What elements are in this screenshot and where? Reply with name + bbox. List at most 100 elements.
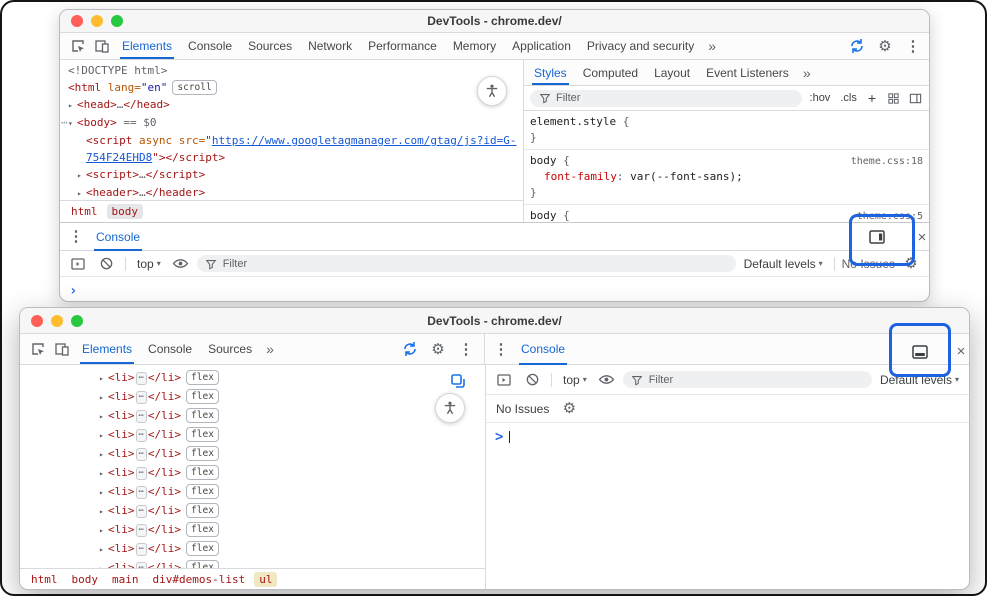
tab-event-listeners[interactable]: Event Listeners: [698, 60, 797, 85]
sync-icon[interactable]: [398, 337, 422, 361]
dom-tree-line[interactable]: ▸<li>⋯</li>flex: [98, 540, 479, 559]
settings-gear-icon[interactable]: ⚙: [873, 34, 897, 58]
expand-arrow-icon[interactable]: ▸: [99, 560, 108, 568]
breadcrumb-div-demos-list[interactable]: div#demos-list: [148, 572, 251, 587]
issues-counter[interactable]: No Issues: [842, 257, 895, 271]
grid-overlay-icon[interactable]: [885, 86, 901, 110]
dom-tree-line[interactable]: ⋯▾<body> == $0: [60, 114, 517, 132]
dom-tree-line[interactable]: ▸<li>⋯</li>flex: [98, 521, 479, 540]
dom-tree-line[interactable]: ▸<li>⋯</li>flex: [98, 369, 479, 388]
expand-arrow-icon[interactable]: ▸: [99, 541, 108, 559]
console-prompt[interactable]: >: [486, 423, 969, 445]
badge-flex[interactable]: flex: [186, 370, 219, 385]
tab-computed[interactable]: Computed: [575, 60, 646, 85]
dom-tree-line[interactable]: <html lang="en"scroll: [60, 79, 517, 96]
style-rule-body-2[interactable]: theme.css:5 body {: [524, 205, 929, 222]
stylesheet-link[interactable]: theme.css:5: [857, 209, 923, 222]
badge-flex[interactable]: flex: [186, 503, 219, 518]
dom-tree-line[interactable]: <script async src="https://www.googletag…: [60, 132, 517, 166]
dom-tree-line[interactable]: ▸<li>⋯</li>flex: [98, 388, 479, 407]
dom-tree-line[interactable]: <!DOCTYPE html>: [60, 62, 517, 79]
style-rule-body[interactable]: theme.css:18 body { font-family: var(--f…: [524, 150, 929, 205]
sync-icon[interactable]: [845, 34, 869, 58]
expand-arrow-icon[interactable]: ▸: [99, 389, 108, 407]
dom-tree[interactable]: ▸<li>⋯</li>flex▸<li>⋯</li>flex▸<li>⋯</li…: [20, 365, 485, 568]
javascript-context-dropdown[interactable]: top▾: [559, 373, 591, 387]
badge-flex[interactable]: flex: [186, 522, 219, 537]
tab-elements[interactable]: Elements: [74, 334, 140, 364]
console-settings-gear-icon[interactable]: ⚙: [899, 252, 923, 276]
breadcrumb-main[interactable]: main: [107, 572, 144, 587]
tab-application[interactable]: Application: [504, 33, 579, 59]
more-tabs-icon[interactable]: »: [260, 341, 280, 357]
dom-tree-line[interactable]: ▸<li>⋯</li>flex: [98, 407, 479, 426]
clear-console-icon[interactable]: [94, 252, 118, 276]
badge-flex[interactable]: flex: [186, 541, 219, 556]
tab-sources[interactable]: Sources: [200, 334, 260, 364]
tab-elements[interactable]: Elements: [114, 33, 180, 59]
layers-icon[interactable]: [446, 369, 470, 393]
breadcrumb-html[interactable]: html: [66, 204, 103, 219]
javascript-context-dropdown[interactable]: top▾: [133, 257, 165, 271]
stylesheet-link[interactable]: theme.css:18: [851, 154, 923, 170]
toggle-element-state-button[interactable]: :hov: [808, 92, 833, 104]
tab-layout[interactable]: Layout: [646, 60, 698, 85]
issues-counter[interactable]: No Issues: [496, 402, 549, 416]
close-icon[interactable]: ×: [949, 339, 970, 363]
tab-styles[interactable]: Styles: [526, 60, 575, 85]
dock-side-icon[interactable]: [865, 225, 889, 249]
computed-sidebar-toggle-icon[interactable]: [907, 86, 923, 110]
expand-arrow-icon[interactable]: ▸: [99, 446, 108, 464]
breadcrumb-body[interactable]: body: [67, 572, 104, 587]
traffic-light-close[interactable]: [31, 315, 43, 327]
styles-filter-field[interactable]: [530, 90, 802, 107]
expand-arrow-icon[interactable]: ▸: [99, 503, 108, 521]
css-declaration[interactable]: font-family: var(--font-sans);: [530, 169, 923, 185]
breadcrumb-ul[interactable]: ul: [254, 572, 277, 587]
expand-arrow-icon[interactable]: ▸: [68, 97, 77, 114]
log-levels-dropdown[interactable]: Default levels▾: [740, 257, 827, 271]
kebab-menu-icon[interactable]: ⋮: [901, 34, 925, 58]
close-icon[interactable]: ×: [910, 225, 930, 249]
live-expression-eye-icon[interactable]: [595, 368, 619, 392]
accessibility-icon[interactable]: [435, 393, 465, 423]
expand-arrow-icon[interactable]: ▾: [68, 115, 77, 132]
console-filter-field[interactable]: [197, 255, 736, 272]
badge-scroll[interactable]: scroll: [172, 80, 216, 95]
more-tabs-icon[interactable]: »: [797, 65, 817, 81]
new-style-rule-button[interactable]: +: [865, 90, 879, 106]
expand-arrow-icon[interactable]: ▸: [99, 465, 108, 483]
titlebar[interactable]: DevTools - chrome.dev/: [60, 10, 929, 33]
dom-tree-line[interactable]: ▸<li>⋯</li>flex: [98, 445, 479, 464]
tab-memory[interactable]: Memory: [445, 33, 504, 59]
style-rule-element[interactable]: element.style { }: [524, 111, 929, 150]
titlebar[interactable]: DevTools - chrome.dev/: [20, 308, 969, 334]
kebab-menu-icon[interactable]: ⋮: [489, 337, 513, 361]
dom-tree-line[interactable]: ▸<li>⋯</li>flex: [98, 464, 479, 483]
expand-arrow-icon[interactable]: ▸: [77, 167, 86, 184]
console-prompt[interactable]: ›: [60, 277, 929, 299]
clear-console-icon[interactable]: [520, 368, 544, 392]
expand-arrow-icon[interactable]: ▸: [77, 185, 86, 200]
traffic-light-minimize[interactable]: [91, 15, 103, 27]
breadcrumb-html[interactable]: html: [26, 572, 63, 587]
badge-flex[interactable]: flex: [186, 408, 219, 423]
tab-console[interactable]: Console: [180, 33, 240, 59]
dom-tree-line[interactable]: ▸<li>⋯</li>flex: [98, 559, 479, 568]
expand-arrow-icon[interactable]: ▸: [99, 522, 108, 540]
tab-privacy-and-security[interactable]: Privacy and security: [579, 33, 702, 59]
badge-flex[interactable]: flex: [186, 446, 219, 461]
traffic-light-minimize[interactable]: [51, 315, 63, 327]
element-classes-button[interactable]: .cls: [838, 92, 859, 104]
console-filter-field[interactable]: [623, 371, 872, 388]
traffic-light-zoom[interactable]: [111, 15, 123, 27]
inspect-element-icon[interactable]: [66, 34, 90, 58]
dom-tree-line[interactable]: ▸<header>…</header>: [60, 184, 517, 200]
console-filter-input[interactable]: [649, 374, 864, 386]
expand-arrow-icon[interactable]: ▸: [99, 427, 108, 445]
traffic-light-zoom[interactable]: [71, 315, 83, 327]
tab-console[interactable]: Console: [140, 334, 200, 364]
more-tabs-icon[interactable]: »: [702, 38, 722, 54]
kebab-menu-icon[interactable]: ⋮: [64, 225, 88, 249]
live-expression-eye-icon[interactable]: [169, 252, 193, 276]
